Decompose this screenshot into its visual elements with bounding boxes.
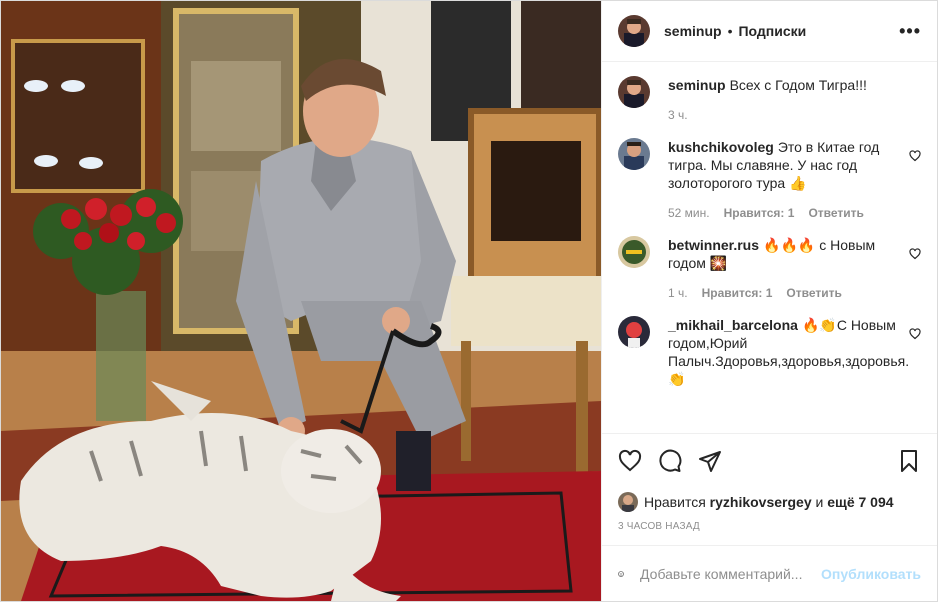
comment-icon[interactable] [658,449,682,473]
caption-body: seminup Всех с Годом Тигра!!! 3 ч. [668,76,889,124]
avatar[interactable] [618,316,650,348]
add-comment-bar: Опубликовать [602,545,937,601]
caption-time[interactable]: 3 ч. [668,106,688,124]
heart-icon[interactable] [618,449,642,473]
instagram-post: seminup • Подписки ••• seminup Всех с Год… [0,0,938,602]
comment-body: betwinner.rus 🔥🔥🔥 с Новым годом 🎇 1 ч. Нр… [668,236,921,302]
post-sidebar: seminup • Подписки ••• seminup Всех с Год… [601,1,937,601]
publish-button[interactable]: Опубликовать [821,566,921,582]
caption-username[interactable]: seminup [668,77,726,93]
comment-meta: 52 мин. Нравится: 1 Ответить [668,204,899,222]
likes-and: и [815,494,824,510]
share-icon[interactable] [698,449,722,473]
comment-username[interactable]: kushchikovoleg [668,139,774,155]
comment-likes[interactable]: Нравится: 1 [702,284,773,302]
heart-icon[interactable] [909,328,921,340]
heart-icon[interactable] [909,150,921,162]
avatar[interactable] [618,76,650,108]
comment-body: kushchikovoleg Это в Китае год тигра. Мы … [668,138,921,222]
comment-item: betwinner.rus 🔥🔥🔥 с Новым годом 🎇 1 ч. Нр… [618,236,921,302]
comment-item: _mikhail_barcelona 🔥👏С Новым годом,Юрий П… [618,316,921,388]
caption: seminup Всех с Годом Тигра!!! 3 ч. [618,76,921,124]
caption-text: Всех с Годом Тигра!!! [729,77,867,93]
likes-summary: Нравится ryzhikovsergey и ещё 7 094 [602,487,937,517]
avatar[interactable] [618,138,650,170]
liker-username[interactable]: ryzhikovsergey [710,494,812,510]
comment-time[interactable]: 1 ч. [668,284,688,302]
bookmark-icon[interactable] [897,449,921,473]
avatar[interactable] [618,236,650,268]
avatar[interactable] [618,15,650,47]
comment-time[interactable]: 52 мин. [668,204,710,222]
comment-item: kushchikovoleg Это в Китае год тигра. Мы … [618,138,921,222]
post-timestamp[interactable]: 3 ЧАСОВ НАЗАД [602,517,937,545]
post-photo-image [1,1,601,601]
heart-icon[interactable] [909,248,921,260]
action-bar [602,433,937,487]
author-username[interactable]: seminup [664,23,722,39]
reply-button[interactable]: Ответить [786,284,841,302]
post-photo[interactable] [1,1,601,601]
comment-input[interactable] [640,565,822,582]
likes-count[interactable]: ещё 7 094 [827,494,893,510]
caption-meta: 3 ч. [668,106,867,124]
comment-username[interactable]: _mikhail_barcelona [668,317,798,333]
liker-avatar[interactable] [618,492,638,512]
reply-button[interactable]: Ответить [808,204,863,222]
comment-username[interactable]: betwinner.rus [668,237,759,253]
likes-prefix: Нравится [644,494,706,510]
comment-likes[interactable]: Нравится: 1 [724,204,795,222]
comments-list[interactable]: seminup Всех с Годом Тигра!!! 3 ч. kushc… [602,62,937,433]
header-separator: • [727,23,733,39]
more-icon[interactable]: ••• [899,21,921,42]
follow-status-button[interactable]: Подписки [738,23,806,39]
comment-meta: 1 ч. Нравится: 1 Ответить [668,284,899,302]
comment-body: _mikhail_barcelona 🔥👏С Новым годом,Юрий П… [668,316,931,388]
emoji-icon[interactable] [618,562,624,586]
post-header: seminup • Подписки ••• [602,1,937,62]
